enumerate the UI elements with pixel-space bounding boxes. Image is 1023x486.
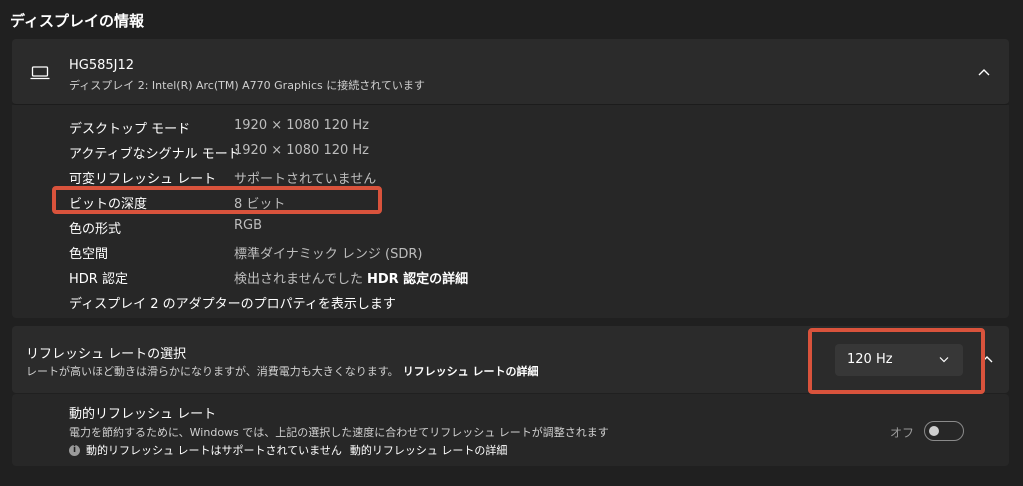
dynamic-refresh-card: 動的リフレッシュ レート 電力を節約するために、Windows では、上記の選択… (12, 394, 1009, 466)
detail-label: HDR 認定 (69, 272, 128, 287)
dynamic-refresh-title: 動的リフレッシュ レート (69, 407, 217, 422)
chevron-up-icon[interactable] (977, 67, 991, 77)
page-title: ディスプレイの情報 (10, 12, 144, 30)
detail-value: サポートされていません (234, 172, 377, 187)
toggle-state-label: オフ (890, 426, 915, 440)
bit-depth-highlight (52, 186, 382, 214)
detail-value: 1920 × 1080 120 Hz (234, 118, 370, 133)
detail-value: 1920 × 1080 120 Hz (234, 143, 370, 158)
detail-value: RGB (234, 218, 263, 233)
detail-label: 色空間 (69, 247, 109, 262)
dynamic-refresh-toggle[interactable] (924, 421, 964, 441)
refresh-desc-text: レートが高いほど動きは滑らかになりますが、消費電力も大きくなります。 (26, 365, 399, 378)
monitor-header[interactable]: HG585J12 ディスプレイ 2: Intel(R) Arc(TM) A770… (12, 39, 1009, 105)
detail-label: アクティブなシグナル モード (69, 147, 241, 162)
detail-label: デスクトップ モード (69, 122, 191, 137)
laptop-icon (30, 66, 50, 80)
hdr-status: 検出されませんでした (234, 272, 363, 287)
monitor-name: HG585J12 (69, 58, 135, 73)
dynamic-refresh-note: i 動的リフレッシュ レートはサポートされていません 動的リフレッシュ レートの詳細 (69, 442, 507, 458)
detail-value: 標準ダイナミック レンジ (SDR) (234, 247, 423, 262)
dynamic-refresh-description: 電力を節約するために、Windows では、上記の選択した速度に合わせてリフレッ… (69, 426, 609, 439)
refresh-rate-description: レートが高いほど動きは滑らかになりますが、消費電力も大きくなります。 リフレッシュ… (26, 363, 539, 379)
adapter-properties-link[interactable]: ディスプレイ 2 のアダプターのプロパティを表示します (69, 293, 396, 312)
detail-value: 検出されませんでした HDR 認定の詳細 (234, 268, 468, 287)
hdr-details-link[interactable]: HDR 認定の詳細 (367, 272, 468, 287)
refresh-rate-details-link[interactable]: リフレッシュ レートの詳細 (403, 365, 539, 378)
dynamic-refresh-details-link[interactable]: 動的リフレッシュ レートの詳細 (350, 442, 508, 458)
detail-label: 色の形式 (69, 222, 122, 237)
toggle-knob (929, 426, 939, 436)
refresh-rate-highlight (808, 328, 985, 394)
refresh-rate-title: リフレッシュ レートの選択 (26, 347, 187, 362)
monitor-connection: ディスプレイ 2: Intel(R) Arc(TM) A770 Graphics… (69, 79, 425, 92)
detail-label: 可変リフレッシュ レート (69, 172, 217, 187)
dynamic-refresh-unsupported: 動的リフレッシュ レートはサポートされていません (86, 444, 342, 457)
info-icon: i (69, 444, 80, 456)
